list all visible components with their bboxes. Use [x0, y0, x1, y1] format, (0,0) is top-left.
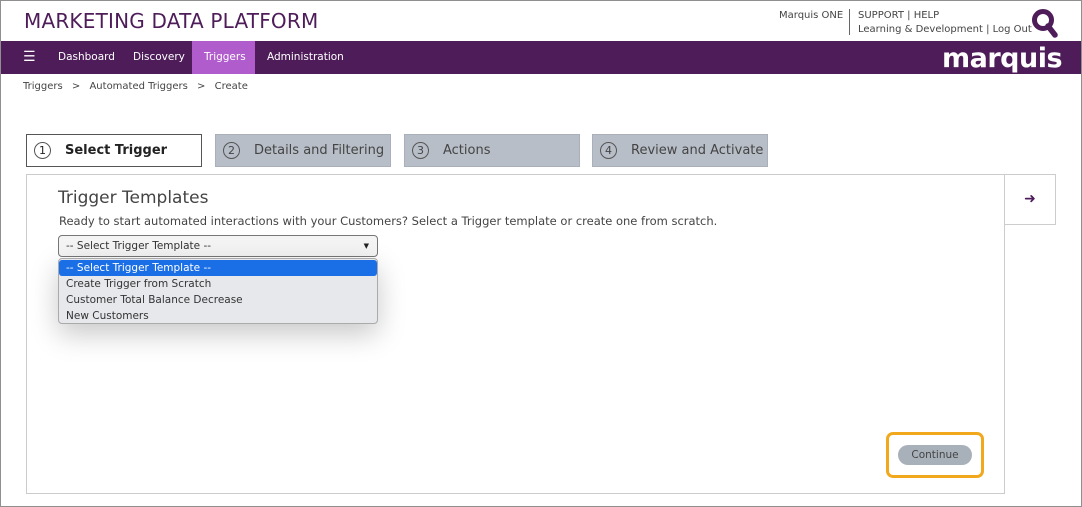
- step-label: Actions: [443, 143, 491, 158]
- app-title: MARKETING DATA PLATFORM: [24, 9, 319, 33]
- link-separator: |: [907, 10, 911, 21]
- step-details-filtering[interactable]: 2 Details and Filtering: [215, 134, 391, 167]
- dropdown-option-balance-decrease[interactable]: Customer Total Balance Decrease: [59, 292, 377, 308]
- panel-description: Ready to start automated interactions wi…: [59, 214, 718, 228]
- breadcrumb: Triggers > Automated Triggers > Create: [23, 81, 254, 92]
- step-number: 2: [223, 142, 240, 159]
- breadcrumb-separator: >: [71, 81, 81, 92]
- step-actions[interactable]: 3 Actions: [404, 134, 580, 167]
- marquis-logo: marquis: [942, 43, 1063, 74]
- breadcrumb-automated-triggers[interactable]: Automated Triggers: [89, 81, 187, 92]
- nav-item-triggers[interactable]: Triggers: [192, 41, 255, 74]
- step-label: Review and Activate: [631, 143, 764, 158]
- utility-links: SUPPORT | HELP Learning & Development | …: [858, 9, 1032, 37]
- nav-item-discovery[interactable]: Discovery: [121, 41, 197, 74]
- breadcrumb-separator: >: [197, 81, 206, 92]
- step-number: 3: [412, 142, 429, 159]
- link-divider: [849, 9, 850, 35]
- step-number: 4: [600, 142, 617, 159]
- help-link[interactable]: HELP: [914, 10, 939, 21]
- panel-title: Trigger Templates: [58, 188, 209, 208]
- hamburger-icon[interactable]: ☰: [23, 41, 36, 74]
- step-select-trigger[interactable]: 1 Select Trigger: [26, 134, 202, 167]
- select-value: -- Select Trigger Template --: [66, 240, 212, 252]
- next-step-button[interactable]: ➜: [1004, 174, 1056, 225]
- dropdown-option-new-customers[interactable]: New Customers: [59, 308, 377, 323]
- learning-development-link[interactable]: Learning & Development: [858, 24, 983, 35]
- main-navbar: ☰ Dashboard Discovery Triggers Administr…: [1, 41, 1081, 74]
- breadcrumb-triggers[interactable]: Triggers: [23, 81, 63, 92]
- trigger-template-dropdown: -- Select Trigger Template -- Create Tri…: [58, 258, 378, 324]
- dropdown-option-select-template[interactable]: -- Select Trigger Template --: [59, 260, 377, 276]
- step-label: Select Trigger: [65, 143, 168, 158]
- arrow-right-icon: ➜: [1024, 191, 1036, 207]
- dropdown-caret-icon: ▼: [363, 242, 369, 250]
- nav-item-administration[interactable]: Administration: [255, 41, 356, 74]
- logout-link[interactable]: Log Out: [993, 24, 1032, 35]
- support-link[interactable]: SUPPORT: [858, 10, 904, 21]
- dropdown-option-create-from-scratch[interactable]: Create Trigger from Scratch: [59, 276, 377, 292]
- search-icon[interactable]: [1031, 8, 1059, 38]
- step-number: 1: [34, 142, 51, 159]
- step-label: Details and Filtering: [254, 143, 385, 158]
- trigger-template-select[interactable]: -- Select Trigger Template -- ▼: [58, 235, 378, 257]
- step-review-activate[interactable]: 4 Review and Activate: [592, 134, 768, 167]
- nav-item-dashboard[interactable]: Dashboard: [46, 41, 127, 74]
- continue-button[interactable]: Continue: [898, 445, 972, 465]
- link-separator: |: [986, 24, 990, 35]
- breadcrumb-create: Create: [214, 81, 248, 92]
- continue-highlight: Continue: [886, 432, 984, 478]
- marquis-one-link[interactable]: Marquis ONE: [779, 9, 843, 23]
